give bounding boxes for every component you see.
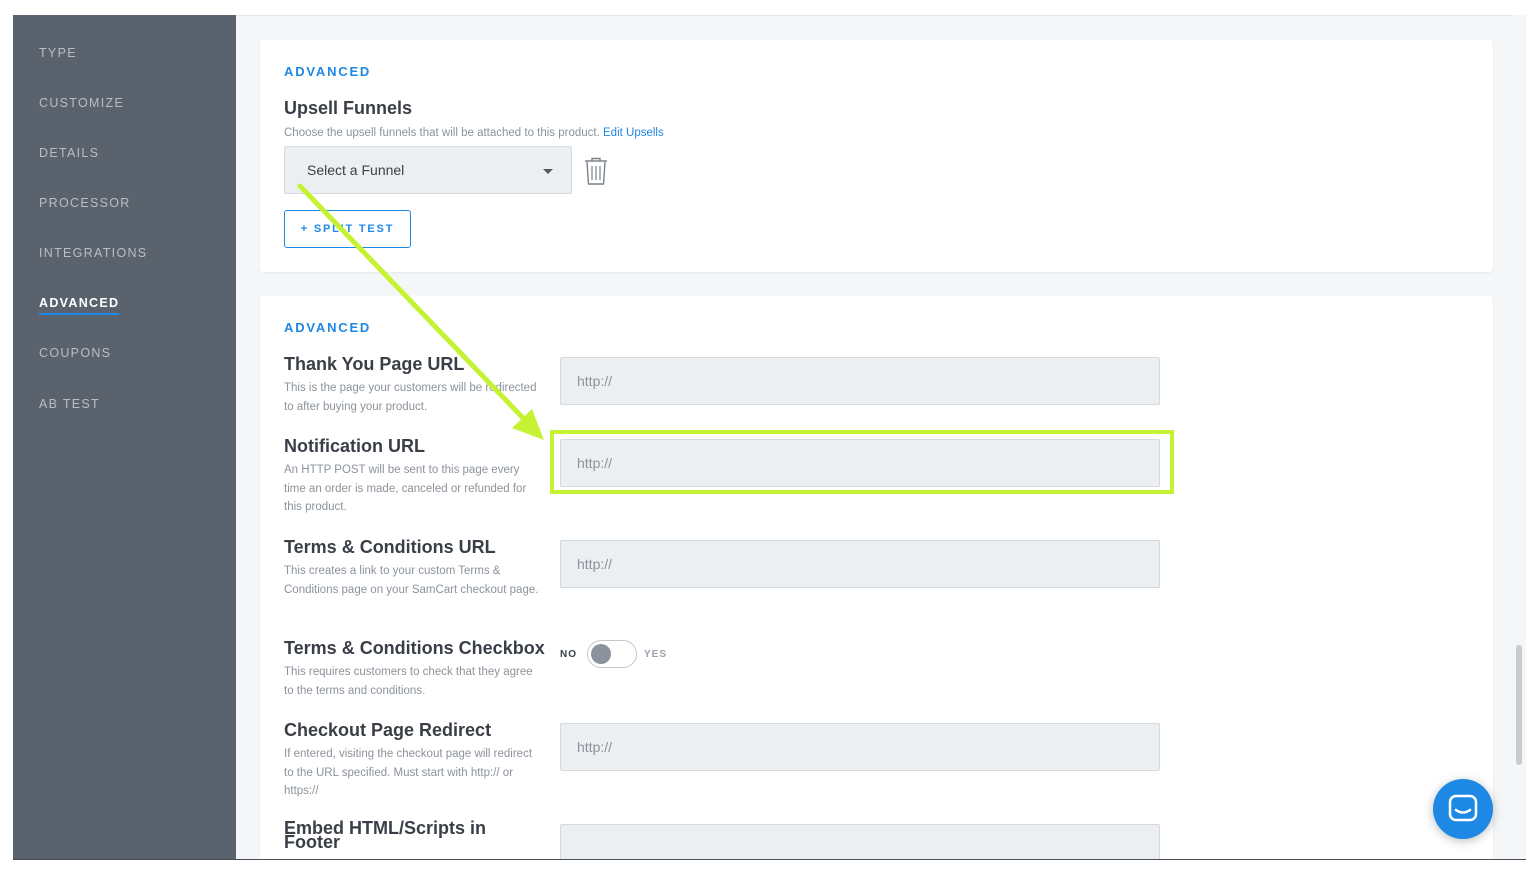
top-divider bbox=[13, 15, 1513, 16]
thank-you-url-input[interactable] bbox=[560, 357, 1160, 405]
checkout-redirect-input[interactable] bbox=[560, 723, 1160, 771]
terms-checkbox-toggle[interactable] bbox=[587, 640, 637, 668]
embed-footer-textarea[interactable] bbox=[560, 824, 1160, 860]
terms-checkbox-description: This requires customers to check that th… bbox=[284, 666, 533, 697]
edit-upsells-link[interactable]: Edit Upsells bbox=[603, 127, 664, 139]
section-label: ADVANCED bbox=[284, 320, 372, 335]
sidebar-item-processor[interactable]: PROCESSOR bbox=[39, 196, 131, 210]
toggle-no-label: NO bbox=[560, 649, 577, 660]
scrollbar[interactable] bbox=[1516, 645, 1522, 765]
upsell-funnels-title: Upsell Funnels bbox=[284, 98, 413, 118]
upsell-funnels-description: Choose the upsell funnels that will be a… bbox=[284, 124, 984, 143]
toggle-knob bbox=[591, 644, 611, 664]
section-label: ADVANCED bbox=[284, 64, 372, 79]
notification-url-description: An HTTP POST will be sent to this page e… bbox=[284, 464, 527, 513]
terms-url-description: This creates a link to your custom Terms… bbox=[284, 565, 539, 596]
notification-url-title: Notification URL bbox=[284, 436, 425, 456]
upsell-funnels-description-text: Choose the upsell funnels that will be a… bbox=[284, 127, 600, 139]
advanced-settings-card: ADVANCED Thank You Page URL This is the … bbox=[260, 296, 1493, 860]
app-window: TYPE CUSTOMIZE DETAILS PROCESSOR INTEGRA… bbox=[13, 15, 1526, 860]
sidebar-item-ab-test[interactable]: AB TEST bbox=[39, 397, 100, 411]
sidebar: TYPE CUSTOMIZE DETAILS PROCESSOR INTEGRA… bbox=[13, 15, 236, 860]
split-test-button[interactable]: + SPLIT TEST bbox=[284, 210, 411, 248]
trash-icon[interactable] bbox=[583, 156, 609, 186]
sidebar-item-integrations[interactable]: INTEGRATIONS bbox=[39, 246, 147, 260]
chat-launcher-button[interactable] bbox=[1433, 779, 1493, 839]
sidebar-item-coupons[interactable]: COUPONS bbox=[39, 346, 111, 360]
upsell-funnels-card: ADVANCED Upsell Funnels Choose the upsel… bbox=[260, 40, 1493, 272]
thank-you-url-description: This is the page your customers will be … bbox=[284, 382, 537, 413]
sidebar-item-advanced[interactable]: ADVANCED bbox=[39, 296, 120, 315]
funnel-select[interactable]: Select a Funnel bbox=[284, 146, 572, 194]
terms-checkbox-title: Terms & Conditions Checkbox bbox=[284, 638, 545, 658]
thank-you-url-title: Thank You Page URL bbox=[284, 354, 465, 374]
bottom-divider bbox=[13, 859, 1526, 860]
checkout-redirect-title: Checkout Page Redirect bbox=[284, 720, 492, 740]
terms-url-title: Terms & Conditions URL bbox=[284, 537, 496, 557]
embed-footer-title: Embed HTML/Scripts in Footer bbox=[284, 818, 487, 852]
terms-url-input[interactable] bbox=[560, 540, 1160, 588]
toggle-yes-label: YES bbox=[644, 649, 668, 660]
notification-url-input[interactable] bbox=[560, 439, 1160, 487]
sidebar-item-type[interactable]: TYPE bbox=[39, 46, 77, 60]
sidebar-item-details[interactable]: DETAILS bbox=[39, 146, 99, 160]
chevron-down-icon bbox=[543, 169, 553, 174]
sidebar-item-customize[interactable]: CUSTOMIZE bbox=[39, 96, 124, 110]
chat-icon bbox=[1448, 794, 1478, 822]
checkout-redirect-description: If entered, visiting the checkout page w… bbox=[284, 748, 533, 797]
funnel-select-value: Select a Funnel bbox=[307, 162, 405, 178]
